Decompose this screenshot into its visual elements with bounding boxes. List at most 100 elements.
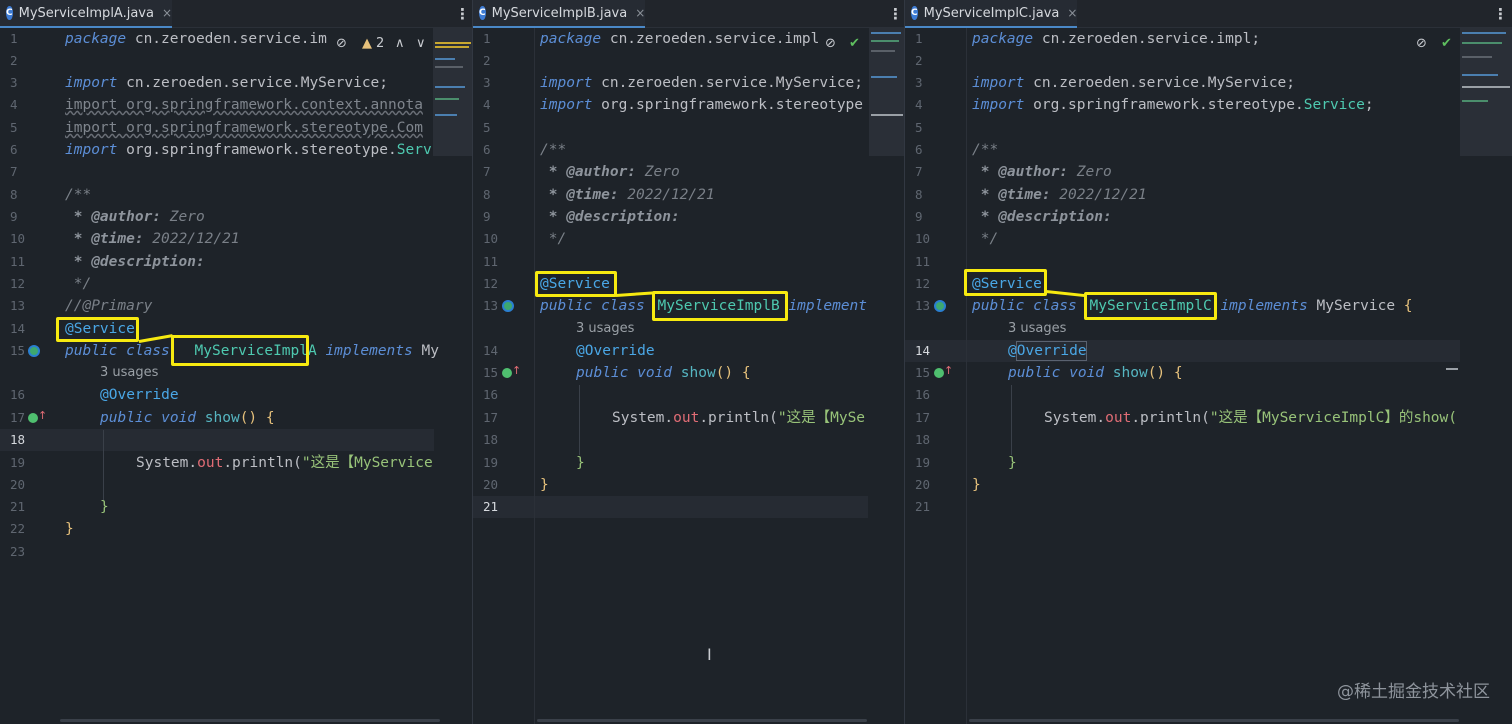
doc-comment[interactable]: * @author: Zero — [65, 206, 205, 228]
code-line-unused-import[interactable]: import org.springframework.context.annot… — [65, 94, 423, 116]
method-declaration[interactable]: public void show() { — [576, 362, 751, 384]
watermark: @稀土掘金技术社区 — [1337, 682, 1490, 702]
highlight-box — [964, 269, 1047, 296]
tab-myserviceimpla[interactable]: C MyServiceImplA.java × — [0, 0, 172, 28]
collapse-icon[interactable] — [1446, 368, 1458, 370]
highlight-box — [652, 291, 788, 321]
method-close-brace[interactable]: } — [1008, 452, 1017, 474]
gutter-divider — [966, 28, 967, 724]
code-line[interactable]: package cn.zeroeden.service.impl — [540, 28, 819, 50]
method-close-brace[interactable]: } — [100, 496, 109, 518]
doc-comment[interactable]: */ — [540, 228, 566, 250]
code-line[interactable]: import org.springframework.stereotype — [540, 94, 863, 116]
eye-slash-icon[interactable]: ⊘ — [336, 36, 347, 51]
doc-comment[interactable]: * @time: 2022/12/21 — [540, 184, 715, 206]
warning-count: 2 — [376, 36, 385, 51]
highlight-box — [1084, 292, 1217, 320]
check-icon[interactable]: ✔ — [849, 36, 860, 51]
indent-guide — [579, 385, 580, 455]
println-statement[interactable]: System.out.println("这是【MyServiceImplC】的s… — [1044, 407, 1457, 429]
tab-label: MyServiceImplC.java — [923, 5, 1060, 21]
usages-hint[interactable]: 3 usages — [576, 318, 634, 340]
current-line-highlight — [473, 496, 868, 518]
code-line[interactable]: package cn.zeroeden.service.impl; — [972, 28, 1260, 50]
tab-bar-b: C MyServiceImplB.java × ⋮ — [473, 0, 904, 28]
method-declaration[interactable]: public void show() { — [1008, 362, 1183, 384]
close-icon[interactable]: × — [1067, 6, 1077, 20]
horizontal-scrollbar[interactable] — [969, 719, 1459, 722]
doc-comment[interactable]: * @author: Zero — [972, 161, 1112, 183]
close-icon[interactable]: × — [635, 6, 645, 20]
tab-label: MyServiceImplA.java — [18, 5, 154, 21]
check-icon[interactable]: ✔ — [1441, 36, 1452, 51]
code-line[interactable]: package cn.zeroeden.service.im — [65, 28, 327, 50]
java-class-icon: C — [479, 6, 486, 20]
doc-comment[interactable]: */ — [65, 273, 91, 295]
method-declaration[interactable]: public void show() { — [100, 407, 275, 429]
horizontal-scrollbar[interactable] — [60, 719, 440, 722]
java-class-icon: C — [911, 6, 918, 20]
doc-comment[interactable]: * @description: — [65, 251, 205, 273]
eye-slash-icon[interactable]: ⊘ — [825, 36, 836, 51]
class-close-brace[interactable]: } — [972, 474, 981, 496]
highlight-box — [535, 271, 617, 297]
current-line-highlight — [0, 429, 434, 451]
println-statement[interactable]: System.out.println("这是【MySe — [612, 407, 865, 429]
chevron-down-icon[interactable]: ∨ — [416, 36, 426, 51]
class-close-brace[interactable]: } — [540, 474, 549, 496]
tab-myserviceimplb[interactable]: C MyServiceImplB.java × — [473, 0, 645, 28]
editor-pane-a: C MyServiceImplA.java × ⋮ 1 2 3 4 5 6 7 … — [0, 0, 473, 724]
code-line[interactable]: import cn.zeroeden.service.MyService; — [65, 72, 388, 94]
highlight-box — [171, 335, 309, 366]
indent-guide — [103, 430, 104, 500]
doc-comment[interactable]: * @description: — [972, 206, 1112, 228]
minimap-b[interactable] — [869, 28, 904, 156]
usages-hint[interactable]: 3 usages — [100, 362, 158, 384]
method-close-brace[interactable]: } — [576, 452, 585, 474]
tab-menu-icon[interactable]: ⋮ — [1493, 5, 1508, 23]
close-icon[interactable]: × — [162, 6, 172, 20]
bean-gutter-icon[interactable] — [934, 300, 946, 312]
class-close-brace[interactable]: } — [65, 518, 74, 540]
editor-split-area: C MyServiceImplA.java × ⋮ 1 2 3 4 5 6 7 … — [0, 0, 1512, 724]
code-line[interactable]: import cn.zeroeden.service.MyService; — [972, 72, 1295, 94]
doc-comment[interactable]: */ — [972, 228, 998, 250]
code-line[interactable]: import org.springframework.stereotype.Se… — [972, 94, 1374, 116]
minimap-c[interactable] — [1460, 28, 1512, 156]
current-line-highlight — [905, 340, 1460, 362]
doc-comment[interactable]: * @author: Zero — [540, 161, 680, 183]
override-annotation[interactable]: @Override — [100, 384, 179, 406]
override-annotation[interactable]: @Override — [576, 340, 655, 362]
tab-myserviceimplc[interactable]: C MyServiceImplC.java × — [905, 0, 1077, 28]
arrow-up-icon: ↑ — [38, 409, 48, 422]
println-statement[interactable]: System.out.println("这是【MyService — [136, 452, 433, 474]
doc-comment[interactable]: /** — [65, 184, 91, 206]
override-gutter-icon[interactable] — [502, 368, 512, 378]
bean-gutter-icon[interactable] — [502, 300, 514, 312]
doc-comment[interactable]: * @time: 2022/12/21 — [65, 228, 240, 250]
doc-comment[interactable]: /** — [972, 139, 998, 161]
eye-slash-icon[interactable]: ⊘ — [1416, 36, 1427, 51]
arrow-up-icon: ↑ — [944, 364, 954, 377]
line-comment[interactable]: //@Primary — [65, 295, 152, 317]
gutter-divider — [534, 28, 535, 724]
minimap-a[interactable] — [433, 28, 472, 156]
code-line[interactable]: import cn.zeroeden.service.MyService; — [540, 72, 863, 94]
tab-label: MyServiceImplB.java — [491, 5, 628, 21]
text-cursor-icon: I — [707, 645, 712, 664]
horizontal-scrollbar[interactable] — [537, 719, 867, 722]
doc-comment[interactable]: /** — [540, 139, 566, 161]
doc-comment[interactable]: * @time: 2022/12/21 — [972, 184, 1147, 206]
tab-menu-icon[interactable]: ⋮ — [888, 5, 903, 23]
override-gutter-icon[interactable] — [28, 413, 38, 423]
bean-gutter-icon[interactable] — [28, 345, 40, 357]
doc-comment[interactable]: * @description: — [540, 206, 680, 228]
code-line[interactable]: import org.springframework.stereotype.Se… — [65, 139, 432, 161]
tab-menu-icon[interactable]: ⋮ — [455, 5, 470, 23]
usages-hint[interactable]: 3 usages — [1008, 318, 1066, 340]
override-gutter-icon[interactable] — [934, 368, 944, 378]
code-line-unused-import[interactable]: import org.springframework.stereotype.Co… — [65, 117, 423, 139]
chevron-up-icon[interactable]: ∧ — [395, 36, 405, 51]
warning-icon[interactable]: ▲ — [362, 36, 372, 51]
java-class-icon: C — [6, 6, 13, 20]
